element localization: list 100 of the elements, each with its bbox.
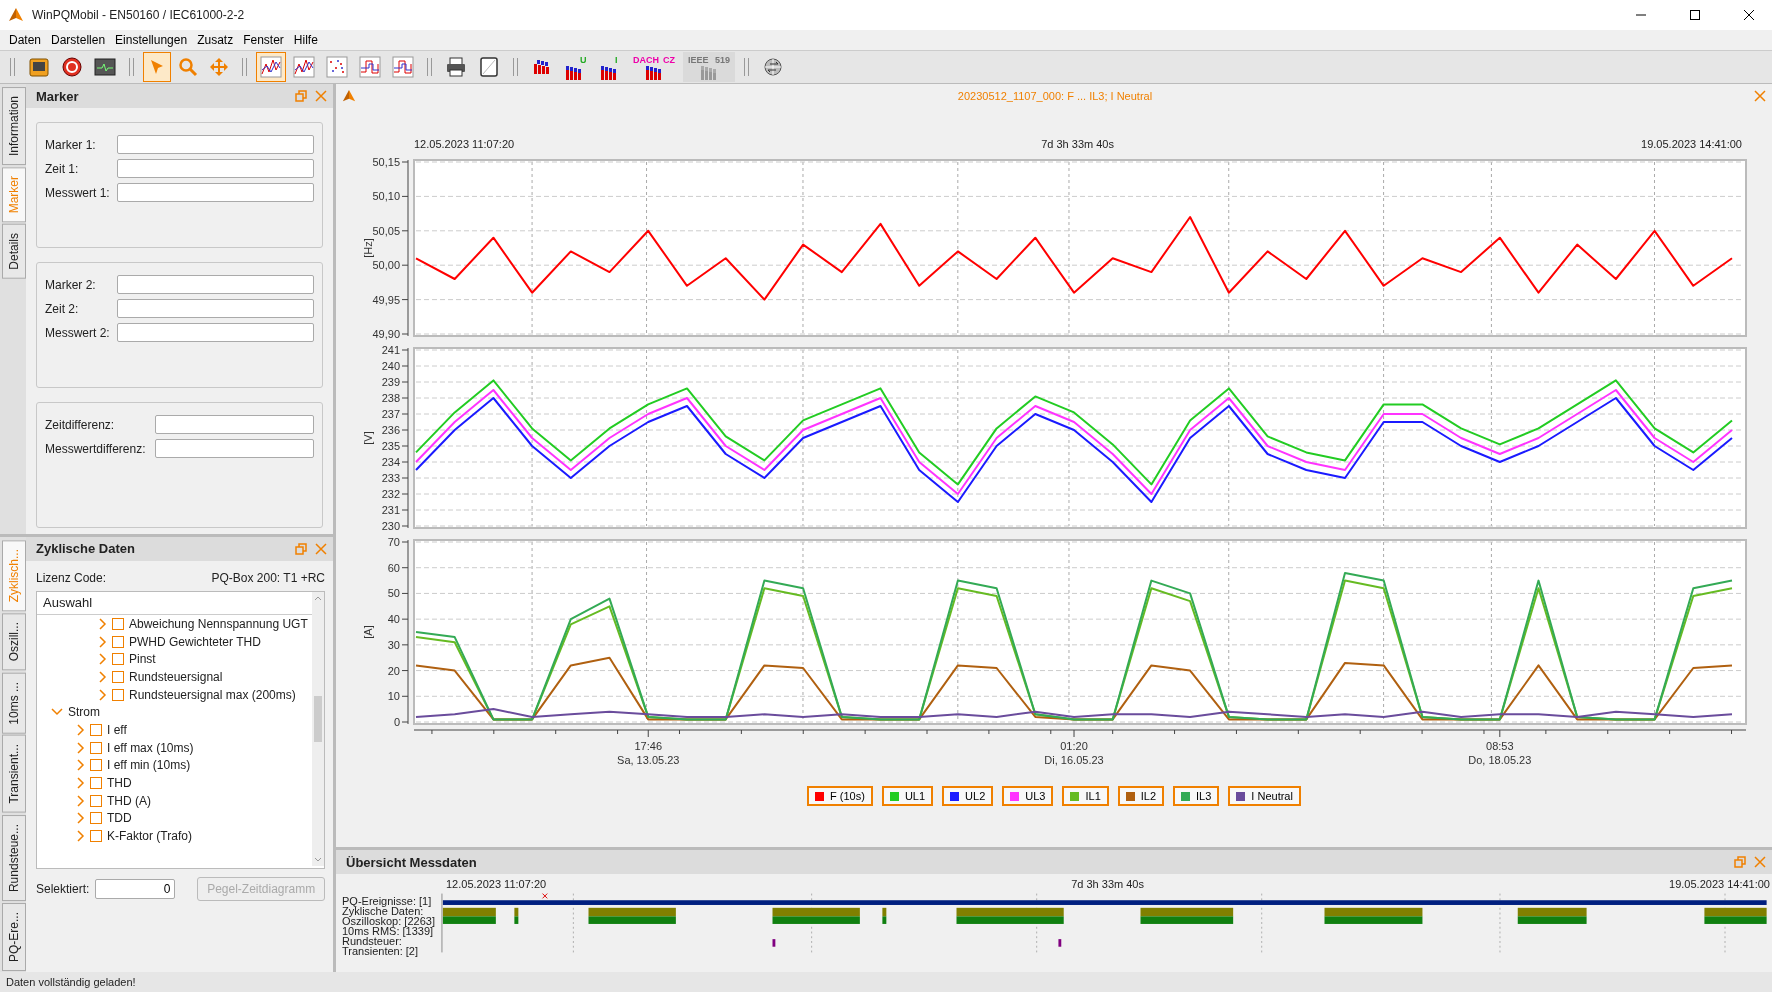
tick-label: 50	[387, 587, 400, 600]
row-label: Transienten: [2]	[342, 946, 420, 956]
tree-item[interactable]: Pinst	[129, 652, 156, 667]
checkbox[interactable]	[112, 653, 124, 666]
scrollbar[interactable]	[312, 592, 324, 866]
side-tab[interactable]: Transient...	[2, 735, 26, 813]
checkbox[interactable]	[90, 830, 102, 843]
menu-item[interactable]: Hilfe	[288, 33, 323, 47]
side-tab[interactable]: Rundsteue...	[2, 814, 26, 901]
input-field[interactable]	[117, 135, 314, 154]
legend-item[interactable]: UL1	[881, 786, 934, 806]
tick-label: 70	[387, 536, 400, 548]
chevron-right-icon[interactable]	[77, 812, 85, 825]
side-tab[interactable]: 10ms ...	[2, 672, 26, 734]
input-field[interactable]	[117, 275, 314, 294]
zoom-icon	[178, 57, 198, 77]
close-icon	[1744, 10, 1754, 20]
tree-item[interactable]: TDD	[107, 811, 132, 826]
chevron-right-icon[interactable]	[77, 759, 85, 772]
tick-label: 241	[381, 344, 400, 356]
line-chart-icon	[293, 56, 315, 78]
input-field[interactable]	[117, 159, 314, 178]
tick-label: 08:53 Do, 18.05.23	[1468, 740, 1532, 766]
legend-item[interactable]: IL3	[1173, 786, 1220, 806]
tree-item[interactable]: PWHD Gewichteter THD	[129, 634, 261, 649]
tick-label: 232	[381, 488, 400, 500]
tree-item[interactable]: K-Faktor (Trafo)	[107, 829, 192, 844]
chevron-right-icon[interactable]	[77, 830, 85, 843]
tree-item[interactable]: THD (A)	[107, 793, 151, 808]
chevron-right-icon[interactable]	[99, 670, 107, 683]
chevron-right-icon[interactable]	[77, 794, 85, 807]
tick-label: 40	[387, 613, 400, 626]
menu-item[interactable]: Daten	[4, 33, 47, 47]
tree-item[interactable]: THD	[107, 776, 132, 790]
checkbox[interactable]	[90, 759, 102, 772]
checkbox[interactable]	[112, 617, 124, 630]
restore-icon[interactable]	[295, 90, 307, 102]
restore-icon[interactable]	[295, 543, 307, 555]
side-tab[interactable]: PQ-Ere...	[2, 903, 26, 971]
checkbox[interactable]	[90, 812, 102, 825]
range-start: 12.05.2023 11:07:20	[414, 138, 515, 150]
axis-label: [V]	[362, 431, 374, 445]
side-tab[interactable]: Oszill...	[2, 613, 26, 671]
checkbox[interactable]	[90, 723, 102, 736]
legend-item[interactable]: UL3	[1002, 786, 1054, 806]
axis-label: [Hz]	[362, 238, 374, 258]
close-icon[interactable]	[1754, 856, 1766, 868]
menu-item[interactable]: Fenster	[238, 33, 289, 47]
input-field[interactable]	[117, 183, 314, 202]
tree-item[interactable]: Strom	[68, 705, 100, 720]
field-label: Marker 2:	[45, 277, 97, 292]
column-header: Auswahl	[43, 595, 93, 611]
legend-item[interactable]: F (10s)	[807, 786, 873, 806]
refresh-icon	[61, 56, 83, 78]
tree-item[interactable]: Rundsteuersignal max (200ms)	[129, 687, 296, 702]
close-icon[interactable]	[315, 543, 327, 555]
chevron-down-icon[interactable]	[51, 708, 63, 717]
side-tab[interactable]: Information	[2, 87, 26, 166]
menu-item[interactable]: Darstellen	[46, 33, 111, 47]
input-field[interactable]: 0	[95, 879, 176, 899]
checkbox[interactable]	[112, 670, 124, 683]
chevron-right-icon[interactable]	[77, 741, 85, 754]
checkbox[interactable]	[90, 741, 102, 754]
chevron-right-icon[interactable]	[77, 723, 85, 736]
checkbox[interactable]	[90, 794, 102, 807]
chevron-right-icon[interactable]	[99, 653, 107, 666]
chevron-right-icon[interactable]	[99, 635, 107, 648]
app-icon	[8, 7, 24, 23]
tick-label: 238	[381, 392, 400, 404]
side-tab[interactable]: Details	[2, 224, 26, 280]
checkbox[interactable]	[112, 635, 124, 648]
input-field[interactable]	[155, 439, 314, 458]
legend-item[interactable]: IL2	[1117, 786, 1165, 806]
menu-item[interactable]: Zusatz	[192, 33, 239, 47]
legend-item[interactable]: UL2	[942, 786, 994, 806]
printer-icon	[445, 56, 467, 78]
input-field[interactable]	[117, 323, 314, 342]
legend-item[interactable]: IL1	[1062, 786, 1109, 806]
tree-item[interactable]: I eff max (10ms)	[107, 740, 194, 755]
tree-item[interactable]: I eff min (10ms)	[107, 758, 191, 773]
tree-item[interactable]: I eff	[107, 722, 127, 737]
chevron-right-icon[interactable]	[77, 777, 85, 789]
chevron-right-icon[interactable]	[99, 688, 107, 701]
chevron-right-icon[interactable]	[99, 617, 107, 630]
tree-item[interactable]: Rundsteuersignal	[129, 669, 223, 684]
toolbar-button[interactable]	[256, 52, 286, 82]
monitor-icon	[94, 56, 116, 78]
tick-label: 49,90	[372, 328, 400, 340]
restore-icon[interactable]	[1734, 856, 1746, 868]
tree-item[interactable]: Abweichung Nennspannung UGT	[129, 616, 308, 631]
checkbox[interactable]	[112, 688, 124, 701]
input-field[interactable]	[117, 299, 314, 318]
input-field[interactable]	[155, 415, 314, 434]
menu-item[interactable]: Einstellungen	[110, 33, 193, 47]
legend-item[interactable]: I Neutral	[1228, 786, 1301, 806]
range-end: 19.05.2023 14:41:00	[1669, 878, 1770, 890]
checkbox[interactable]	[90, 777, 102, 789]
app-icon	[342, 89, 356, 103]
close-icon[interactable]	[1754, 90, 1766, 102]
close-icon[interactable]	[315, 90, 327, 102]
